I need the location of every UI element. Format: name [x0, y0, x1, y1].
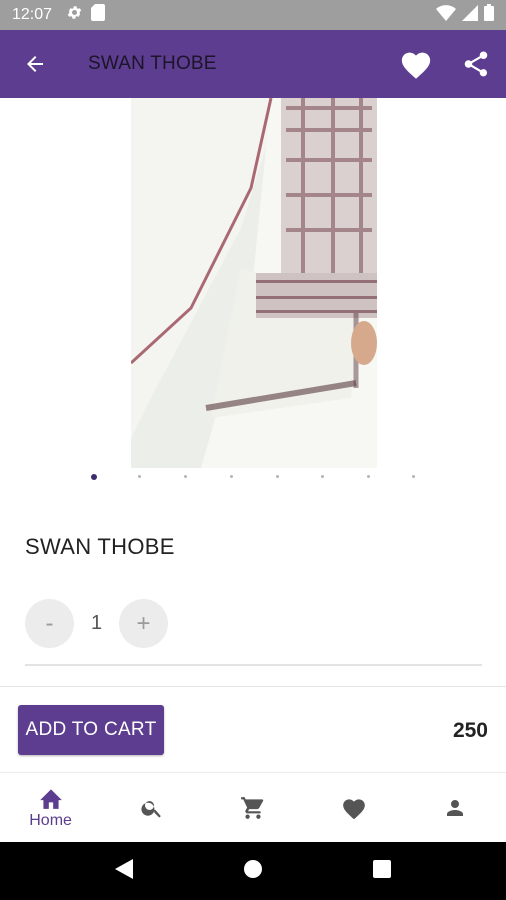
share-icon: [464, 51, 488, 77]
add-to-cart-button[interactable]: ADD TO CART: [18, 705, 164, 755]
divider: [25, 664, 482, 666]
system-recents-button[interactable]: [373, 859, 391, 883]
wifi-icon: [436, 4, 456, 26]
gallery-page-indicator: [0, 472, 506, 484]
page-dot-active[interactable]: [91, 474, 97, 480]
page-dot[interactable]: [367, 475, 370, 478]
page-dot[interactable]: [184, 475, 187, 478]
sd-card-icon: [91, 4, 106, 26]
status-time: 12:07: [12, 6, 53, 23]
gear-icon: [66, 4, 83, 26]
product-detail-screen: 12:07 SWAN THOBE SWAN THOBE - 1 + ADD TO…: [0, 0, 506, 900]
system-back-button[interactable]: [115, 858, 133, 884]
signal-icon: [462, 4, 478, 26]
arrow-left-icon: [27, 56, 43, 72]
share-button[interactable]: [446, 30, 506, 98]
status-bar: 12:07: [0, 0, 506, 30]
nav-home[interactable]: Home: [0, 773, 101, 842]
product-price: 250: [452, 719, 488, 742]
nav-account[interactable]: [405, 773, 506, 842]
circle-home-icon: [244, 859, 262, 878]
nav-search[interactable]: [101, 773, 202, 842]
add-to-cart-bar: ADD TO CART 250: [0, 686, 506, 772]
triangle-back-icon: [115, 858, 133, 879]
page-dot[interactable]: [321, 475, 324, 478]
bottom-navigation: Home: [0, 772, 506, 842]
home-icon: [39, 788, 62, 809]
app-bar: SWAN THOBE: [0, 30, 506, 98]
page-dot[interactable]: [276, 475, 279, 478]
battery-icon: [484, 4, 494, 26]
nav-favorites[interactable]: [304, 773, 405, 842]
nav-cart[interactable]: [202, 773, 303, 842]
quantity-stepper: - 1 +: [25, 599, 168, 648]
increment-button[interactable]: +: [119, 599, 168, 648]
product-photo: [131, 98, 377, 468]
product-name: SWAN THOBE: [25, 534, 175, 559]
search-icon: [141, 800, 161, 818]
square-recents-icon: [373, 859, 391, 878]
page-title: SWAN THOBE: [88, 53, 217, 74]
product-gallery[interactable]: [0, 98, 506, 468]
heart-icon: [343, 798, 366, 819]
favorite-button[interactable]: [386, 30, 446, 98]
system-home-button[interactable]: [243, 859, 263, 884]
quantity-value: 1: [90, 612, 103, 634]
person-icon: [447, 799, 464, 816]
heart-icon: [401, 52, 431, 79]
nav-home-label: Home: [29, 811, 72, 829]
page-dot[interactable]: [230, 475, 233, 478]
decrement-button[interactable]: -: [25, 599, 74, 648]
page-dot[interactable]: [412, 475, 415, 478]
back-button[interactable]: [0, 30, 70, 98]
page-dot[interactable]: [138, 475, 141, 478]
system-navigation-bar: [0, 842, 506, 900]
cart-icon: [241, 796, 264, 819]
